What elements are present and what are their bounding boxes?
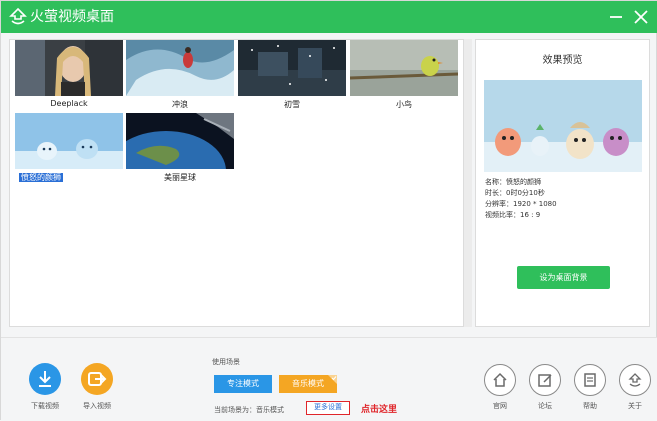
thumbnail-label-selected: 愤怒的颜狮	[19, 173, 63, 182]
thumbnail-label: 冲浪	[172, 100, 188, 109]
official-site-button[interactable]	[484, 364, 516, 396]
about-button[interactable]	[619, 364, 651, 396]
selected-check-icon	[328, 375, 337, 384]
scene-label: 使用场景	[212, 358, 240, 366]
preview-image	[484, 80, 642, 172]
click-here-annotation: 点击这里	[361, 405, 398, 415]
thumbnail-surfing[interactable]	[126, 40, 234, 96]
thumbnail-angry-birds[interactable]	[15, 113, 123, 169]
focus-mode-button[interactable]: 专注模式	[214, 375, 272, 393]
info-resolution: 分辨率：1920 * 1080	[485, 200, 557, 208]
app-title: 火萤视频桌面	[30, 9, 114, 25]
thumbnail-label: 初雪	[284, 100, 300, 109]
close-button[interactable]	[631, 7, 651, 27]
download-icon	[39, 371, 51, 387]
thumbnail-deeplack[interactable]	[15, 40, 123, 96]
thumbnail-label: 美丽星球	[164, 173, 196, 182]
preview-title: 效果预览	[542, 55, 583, 66]
gallery-scrollbar[interactable]	[463, 39, 472, 327]
forum-label: 论坛	[538, 402, 552, 410]
document-icon	[584, 373, 596, 387]
official-site-label: 官网	[493, 402, 507, 410]
edit-icon	[538, 374, 552, 387]
info-duration: 时长：0时0分10秒	[485, 189, 545, 197]
download-button[interactable]	[29, 363, 61, 395]
forum-button[interactable]	[529, 364, 561, 396]
thumbnail-label: 小鸟	[396, 100, 412, 109]
import-label: 导入视频	[83, 402, 111, 410]
help-label: 帮助	[583, 402, 597, 410]
thumbnail-label: Deeplack	[50, 99, 88, 108]
import-icon	[88, 372, 107, 386]
download-label: 下载视频	[31, 402, 59, 410]
home-icon	[493, 372, 507, 387]
about-label: 关于	[628, 402, 642, 410]
current-scene-text: 当前场景为：音乐模式	[214, 406, 284, 414]
info-name: 名称：愤怒的颜狮	[485, 178, 541, 186]
about-logo-icon	[628, 373, 642, 387]
thumbnail-little-bird[interactable]	[350, 40, 458, 96]
more-settings-link[interactable]: 更多设置	[306, 401, 350, 415]
set-desktop-background-button[interactable]: 设为桌面背景	[517, 266, 610, 289]
help-button[interactable]	[574, 364, 606, 396]
title-bar[interactable]: 火萤视频桌面	[1, 1, 657, 33]
thumbnail-beautiful-planet[interactable]	[126, 113, 234, 169]
import-button[interactable]	[81, 363, 113, 395]
app-logo-icon	[9, 7, 27, 25]
info-aspect-ratio: 视频比率：16 : 9	[485, 211, 541, 219]
minimize-button[interactable]	[606, 7, 626, 27]
thumbnail-first-snow[interactable]	[238, 40, 346, 96]
app-window: 火萤视频桌面 Deeplack 冲浪 初雪 小鸟 愤怒的颜狮 美丽星球 效果预览…	[0, 0, 657, 421]
